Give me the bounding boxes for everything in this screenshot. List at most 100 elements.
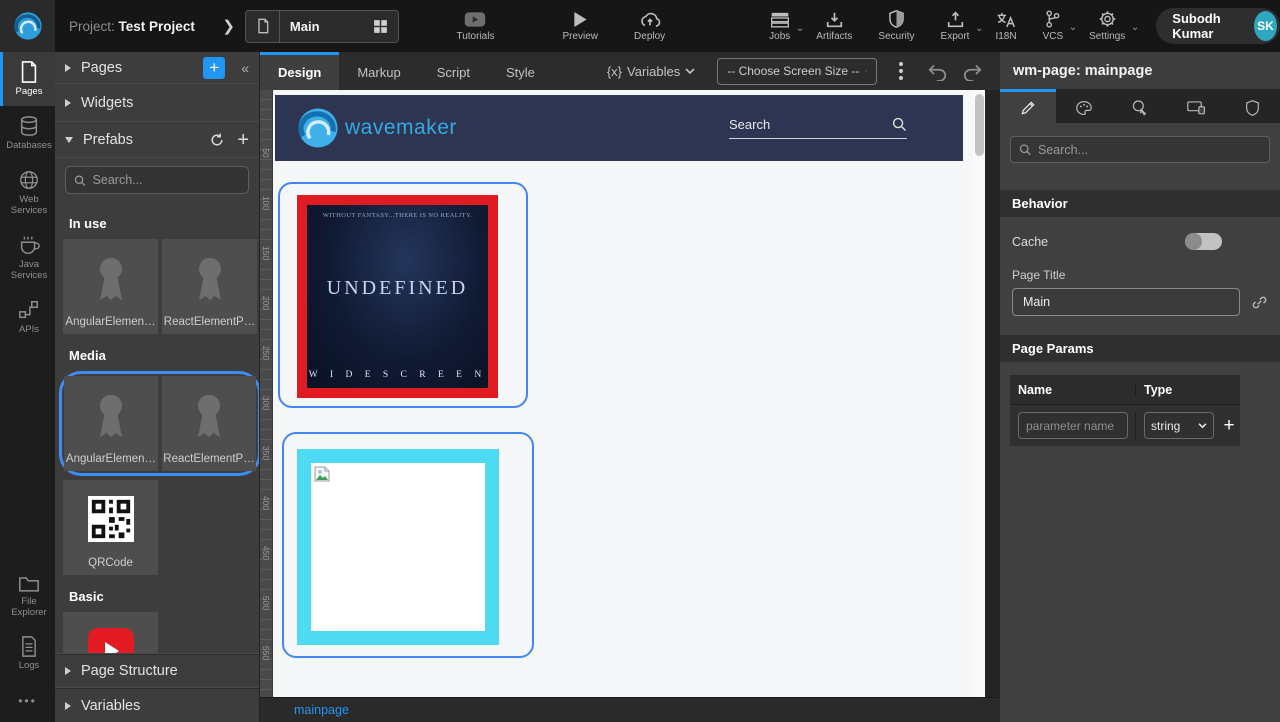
- property-search[interactable]: [1010, 136, 1270, 163]
- search-icon: [892, 117, 907, 132]
- tab-events[interactable]: [1112, 89, 1168, 123]
- property-search-input[interactable]: [1038, 143, 1261, 157]
- tab-script[interactable]: Script: [419, 52, 488, 90]
- prefab-tile-youtube[interactable]: Youtube: [63, 612, 158, 653]
- rail-item-databases[interactable]: Databases: [0, 106, 55, 160]
- section-widgets[interactable]: Widgets: [55, 84, 259, 122]
- more-menu-button[interactable]: [895, 58, 907, 84]
- panel-gap: [985, 90, 1000, 697]
- add-param-button[interactable]: +: [1218, 415, 1240, 437]
- collapse-panel-icon[interactable]: «: [241, 60, 249, 76]
- vcs-label: VCS: [1043, 31, 1064, 42]
- deploy-button[interactable]: Deploy: [621, 11, 678, 42]
- tab-properties[interactable]: [1000, 89, 1056, 123]
- tab-markup[interactable]: Markup: [339, 52, 418, 90]
- coffee-cup-icon: [17, 234, 41, 256]
- palette-icon: [1075, 100, 1093, 116]
- rail-item-web-services[interactable]: Web Services: [0, 160, 55, 225]
- tab-devices[interactable]: [1168, 89, 1224, 123]
- refresh-icon[interactable]: [209, 132, 225, 148]
- rail-label: Java Services: [3, 260, 55, 282]
- add-prefab-button[interactable]: +: [237, 130, 249, 150]
- tutorials-label: Tutorials: [456, 31, 494, 42]
- section-prefabs[interactable]: Prefabs +: [55, 122, 259, 158]
- screen-size-value: -- Choose Screen Size --: [727, 64, 859, 78]
- wavemaker-brand-icon: [295, 105, 341, 151]
- canvas-search[interactable]: Search: [729, 117, 907, 139]
- undo-icon[interactable]: [927, 62, 948, 81]
- tab-security[interactable]: [1224, 89, 1280, 123]
- rail-item-file-explorer[interactable]: File Explorer: [0, 565, 55, 627]
- page-selector-dropdown[interactable]: Main: [245, 10, 400, 43]
- prefab-search[interactable]: [65, 166, 249, 194]
- tile-label: AngularElemen…: [66, 453, 156, 465]
- devices-icon: [1187, 100, 1206, 115]
- more-options-button[interactable]: •••: [0, 680, 55, 722]
- poster-bottom-text: W I D E S C R E E N: [309, 370, 486, 380]
- grid-icon[interactable]: [372, 18, 389, 35]
- page-params-section-header: Page Params: [1000, 335, 1280, 362]
- cache-toggle[interactable]: [1185, 233, 1222, 250]
- security-button[interactable]: Security: [865, 10, 927, 42]
- canvas-page-header[interactable]: wavemaker Search: [275, 95, 963, 161]
- prefab-tile-qrcode[interactable]: QRCode: [63, 480, 158, 575]
- section-label: Prefabs: [83, 132, 133, 148]
- redo-icon[interactable]: [962, 62, 983, 81]
- youtube-play-icon: [88, 612, 134, 653]
- artifacts-button[interactable]: Artifacts: [803, 11, 865, 42]
- tab-styles[interactable]: [1056, 89, 1112, 123]
- prefab-search-input[interactable]: [93, 173, 240, 187]
- bind-link-icon[interactable]: [1251, 294, 1268, 311]
- cache-row: Cache: [1000, 217, 1280, 250]
- inspector-title: wm-page: mainpage: [1000, 52, 1280, 89]
- jobs-button[interactable]: Jobs ⌄: [756, 11, 803, 42]
- rail-item-apis[interactable]: APIs: [0, 290, 55, 344]
- prefab-tile-angular-element-media[interactable]: AngularElemen…: [64, 376, 158, 471]
- prefab-tile-react-element[interactable]: ReactElementP…: [162, 239, 257, 334]
- caret-down-icon: [65, 137, 73, 143]
- download-icon: [825, 11, 844, 28]
- section-variables[interactable]: Variables: [55, 688, 259, 722]
- scrollbar-thumb[interactable]: [975, 94, 984, 156]
- tab-style[interactable]: Style: [488, 52, 553, 90]
- user-menu[interactable]: Subodh Kumar SK: [1156, 8, 1280, 44]
- settings-button[interactable]: Settings ⌄: [1076, 10, 1138, 42]
- selected-widget-poster[interactable]: WITHOUT FANTASY...THERE IS NO REALITY. U…: [278, 182, 528, 408]
- wavemaker-logo[interactable]: [0, 0, 55, 52]
- cache-label: Cache: [1012, 235, 1185, 249]
- screen-size-dropdown[interactable]: -- Choose Screen Size --: [717, 58, 877, 85]
- pages-panel: Pages + « Widgets Prefabs + In use: [55, 52, 260, 722]
- wavemaker-brand-text: wavemaker: [345, 116, 457, 140]
- canvas-scrollbar[interactable]: [973, 90, 985, 697]
- tab-design[interactable]: Design: [260, 52, 339, 90]
- preview-button[interactable]: Preview: [549, 11, 611, 42]
- folder-icon: [18, 574, 40, 593]
- poster-image[interactable]: WITHOUT FANTASY...THERE IS NO REALITY. U…: [297, 195, 498, 398]
- design-canvas[interactable]: wavemaker Search WITHOUT FANTASY...THERE…: [273, 90, 973, 697]
- rail-item-logs[interactable]: Logs: [0, 627, 55, 680]
- add-page-button[interactable]: +: [203, 57, 225, 79]
- rail-item-java-services[interactable]: Java Services: [0, 225, 55, 290]
- caret-right-icon: [65, 702, 71, 710]
- page-icon: [255, 18, 271, 34]
- i18n-button[interactable]: I18N: [982, 11, 1029, 42]
- page-title-input[interactable]: [1012, 288, 1240, 316]
- selected-widget-picture[interactable]: [282, 432, 534, 658]
- param-type-select[interactable]: string: [1144, 412, 1214, 439]
- section-pages[interactable]: Pages + «: [55, 52, 259, 84]
- chevron-down-icon[interactable]: ⌄: [1131, 22, 1139, 33]
- rail-item-pages[interactable]: Pages: [0, 52, 55, 106]
- tutorials-button[interactable]: Tutorials: [443, 11, 507, 42]
- param-name-input[interactable]: [1018, 412, 1128, 439]
- prefab-tile-react-element-media[interactable]: ReactElementP…: [162, 376, 256, 471]
- vcs-button[interactable]: VCS ⌄: [1030, 10, 1077, 42]
- empty-picture-widget[interactable]: [297, 449, 499, 645]
- variables-menu[interactable]: {x} Variables: [607, 52, 695, 90]
- export-button[interactable]: Export ⌄: [928, 11, 983, 42]
- current-page-name: Main: [290, 19, 373, 34]
- security-label: Security: [878, 31, 914, 42]
- section-page-structure[interactable]: Page Structure: [55, 654, 259, 688]
- open-page-tab[interactable]: mainpage: [294, 703, 349, 717]
- cursor-click-icon: [1131, 99, 1149, 116]
- prefab-tile-angular-element[interactable]: AngularElemen…: [63, 239, 158, 334]
